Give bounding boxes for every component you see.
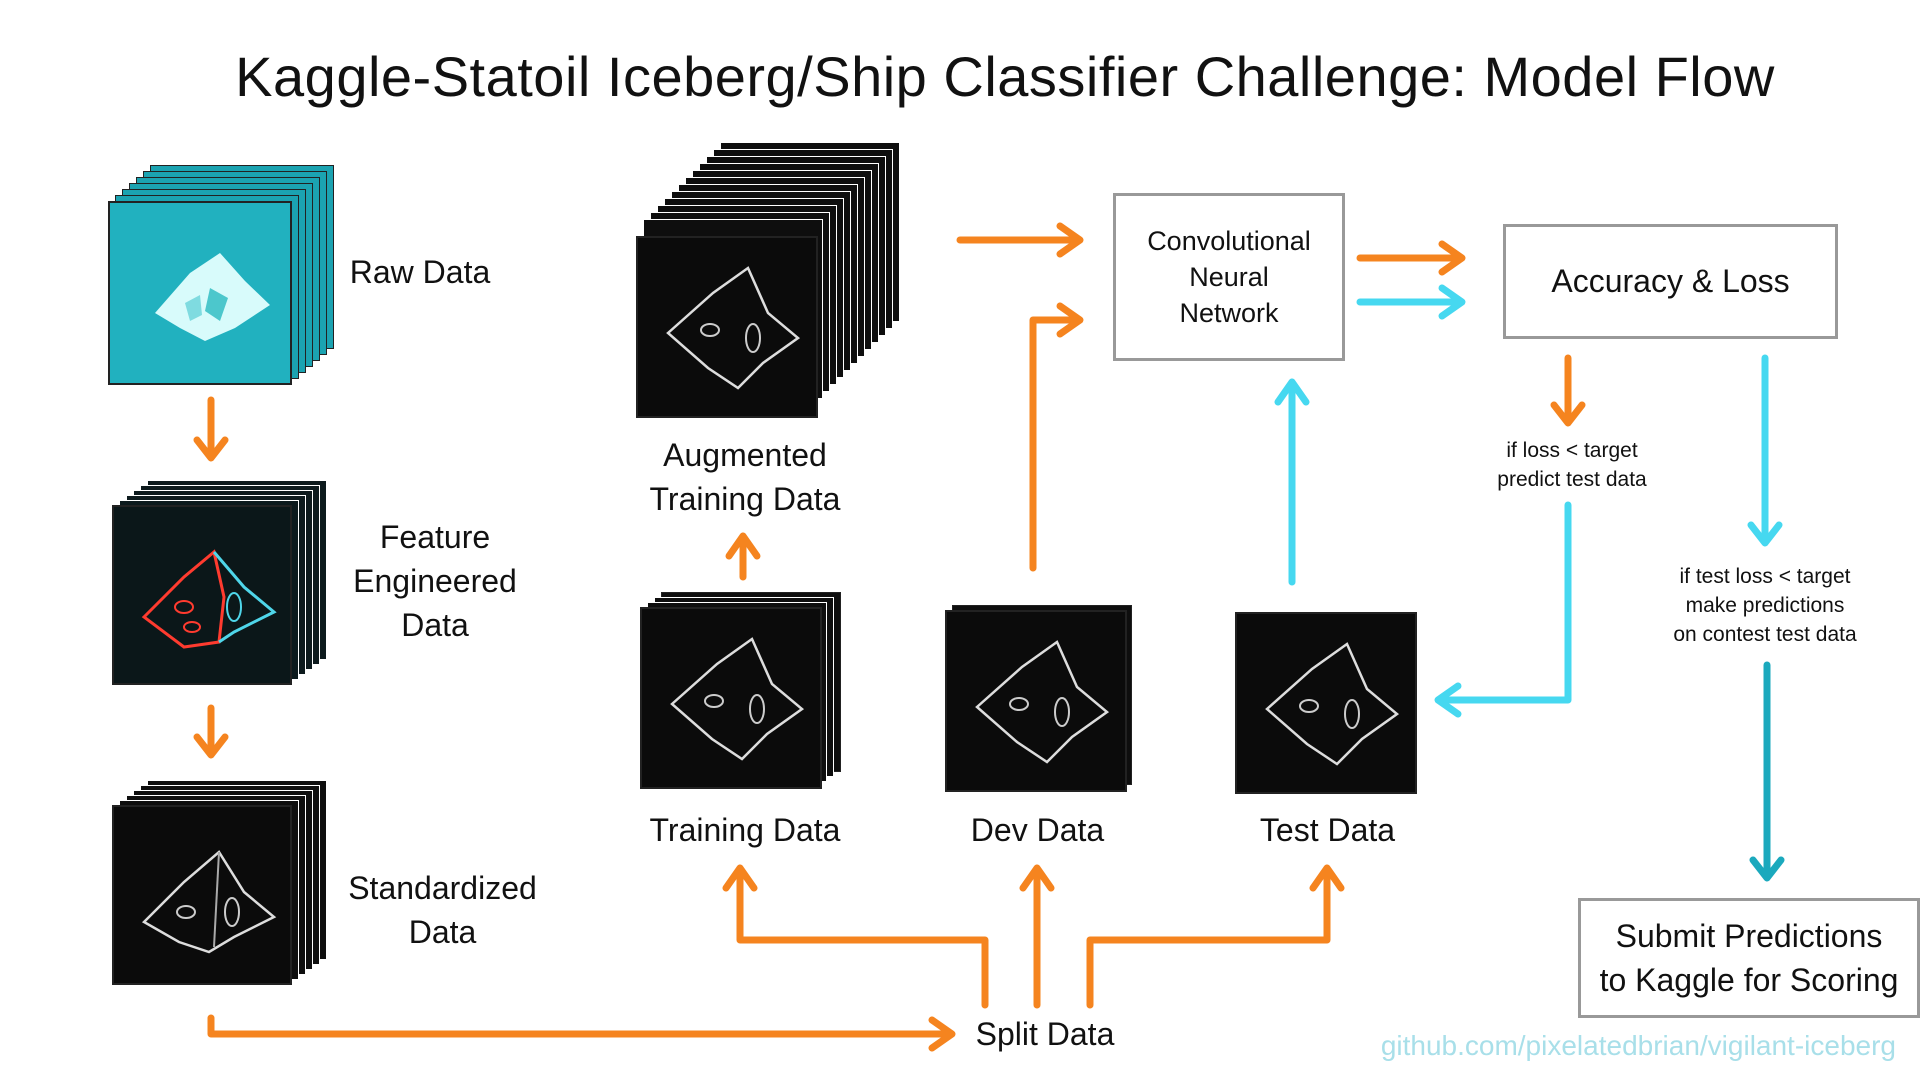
arrow-standardized-to-split [207,1014,954,1038]
arrow-split-to-test [1086,866,1331,1009]
arrow-loss-check-to-test [1436,501,1572,704]
flow-arrows [193,222,1785,1052]
arrow-split-to-training [736,866,989,1009]
arrow-dev-to-cnn [1029,316,1082,572]
